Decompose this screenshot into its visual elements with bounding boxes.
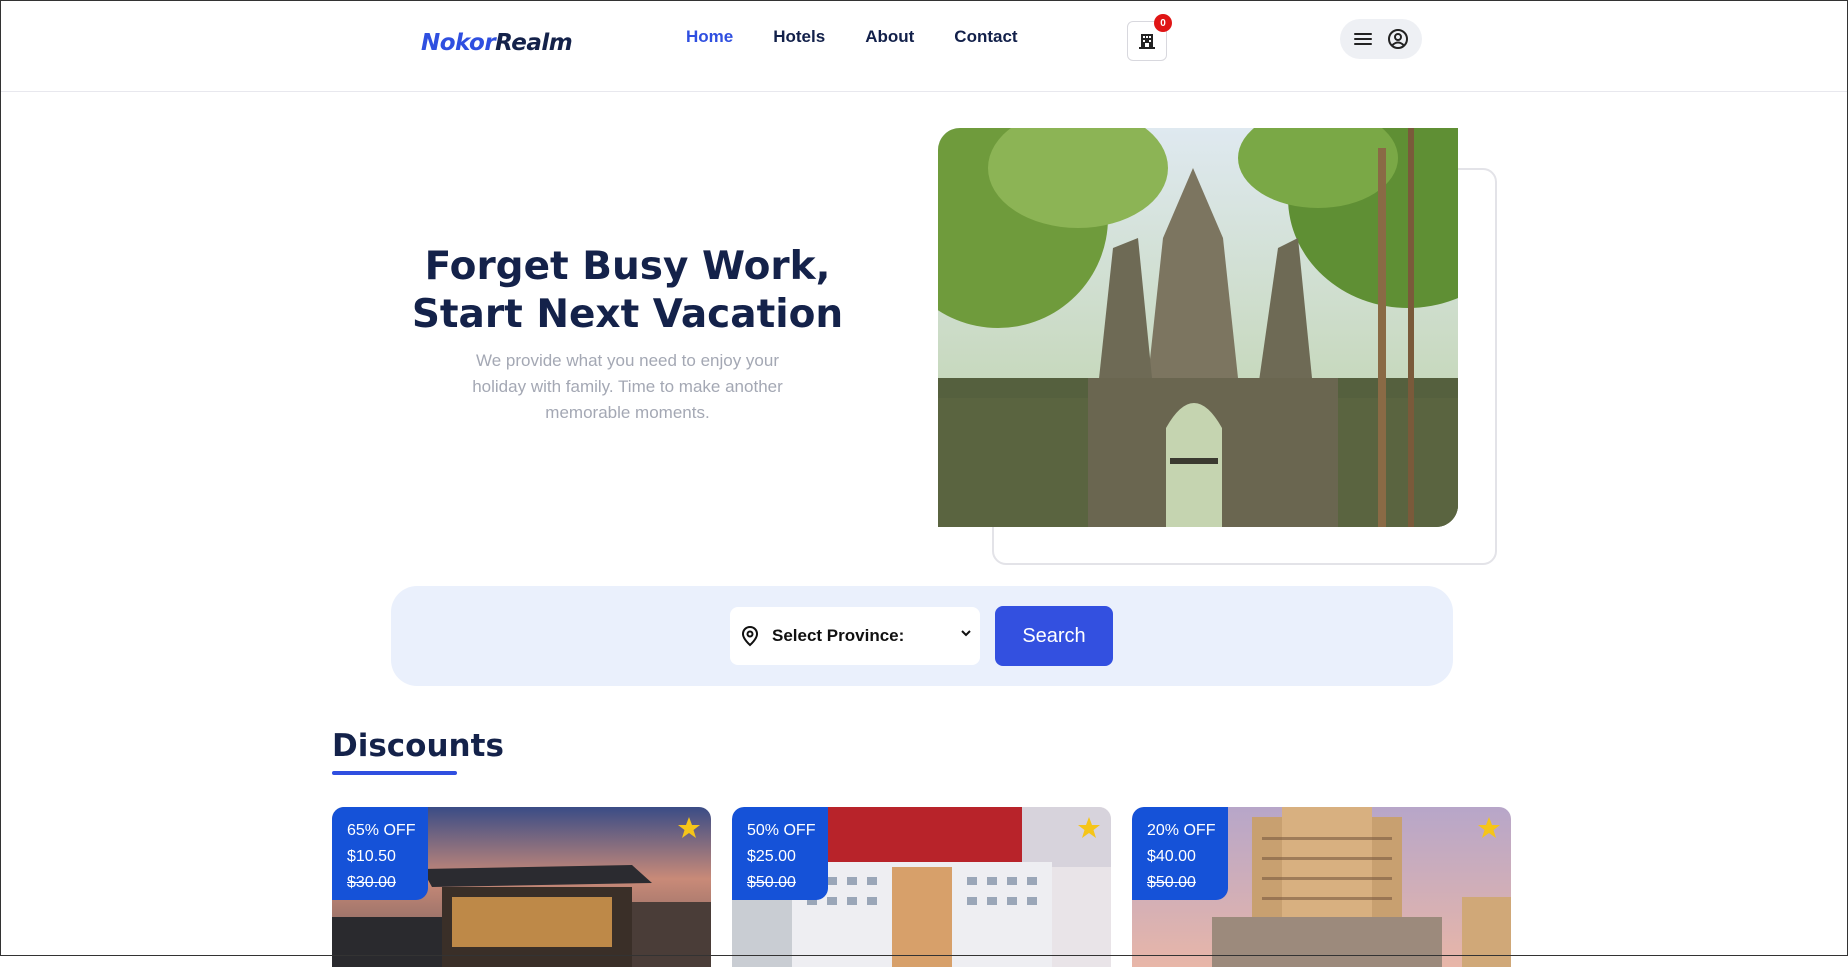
discount-percent: 65% OFF — [347, 822, 416, 839]
original-price: $50.00 — [1147, 874, 1196, 891]
discount-badge: 65% OFF $10.50 $30.00 — [332, 807, 428, 900]
cart-button[interactable]: 0 — [1127, 14, 1172, 61]
discount-card[interactable]: 50% OFF $25.00 $50.00 — [732, 807, 1111, 967]
hero-title-line1: Forget Busy Work, — [424, 244, 831, 289]
nav-home-link[interactable]: Home — [686, 27, 733, 47]
discount-price: $40.00 — [1147, 848, 1196, 865]
user-circle-icon — [1388, 29, 1408, 49]
hero-title: Forget Busy Work, Start Next Vacation — [400, 243, 855, 339]
province-select-label: Select Province: — [772, 626, 905, 645]
hero-title-line2: Start Next Vacation — [411, 292, 844, 337]
chevron-down-icon — [961, 630, 971, 637]
location-pin-icon — [741, 625, 759, 647]
discount-price: $10.50 — [347, 848, 396, 865]
brand-logo[interactable]: NokorRealm — [421, 30, 573, 56]
discount-percent: 20% OFF — [1147, 822, 1216, 839]
brand-logo-part2: Realm — [495, 30, 573, 56]
cart-count-badge: 0 — [1154, 14, 1172, 32]
nav-hotels-link[interactable]: Hotels — [773, 27, 825, 47]
main-nav: Home Hotels About Contact — [686, 27, 1058, 47]
search-button[interactable]: Search — [995, 606, 1113, 666]
top-navbar: NokorRealm Home Hotels About Contact 0 — [0, 0, 1848, 92]
star-icon[interactable] — [1077, 816, 1101, 840]
discount-badge: 50% OFF $25.00 $50.00 — [732, 807, 828, 900]
nav-about-link[interactable]: About — [865, 27, 914, 47]
discount-badge: 20% OFF $40.00 $50.00 — [1132, 807, 1228, 900]
star-icon[interactable] — [677, 816, 701, 840]
account-menu-button[interactable] — [1340, 19, 1422, 59]
discount-card[interactable]: 20% OFF $40.00 $50.00 — [1132, 807, 1511, 967]
hero-temple-image — [938, 128, 1458, 527]
brand-logo-part1: Nokor — [421, 30, 496, 56]
original-price: $50.00 — [747, 874, 796, 891]
discount-card[interactable]: 65% OFF $10.50 $30.00 — [332, 807, 711, 967]
province-select[interactable]: Select Province: — [730, 607, 980, 665]
nav-contact-link[interactable]: Contact — [954, 27, 1017, 47]
discounts-heading-underline — [332, 771, 457, 775]
star-icon[interactable] — [1477, 816, 1501, 840]
discount-percent: 50% OFF — [747, 822, 816, 839]
discounts-heading: Discounts — [332, 728, 504, 764]
hero-subtitle: We provide what you need to enjoy your h… — [472, 351, 783, 422]
menu-icon — [1354, 33, 1372, 45]
original-price: $30.00 — [347, 874, 396, 891]
hotel-icon — [1139, 34, 1155, 49]
discount-price: $25.00 — [747, 848, 796, 865]
